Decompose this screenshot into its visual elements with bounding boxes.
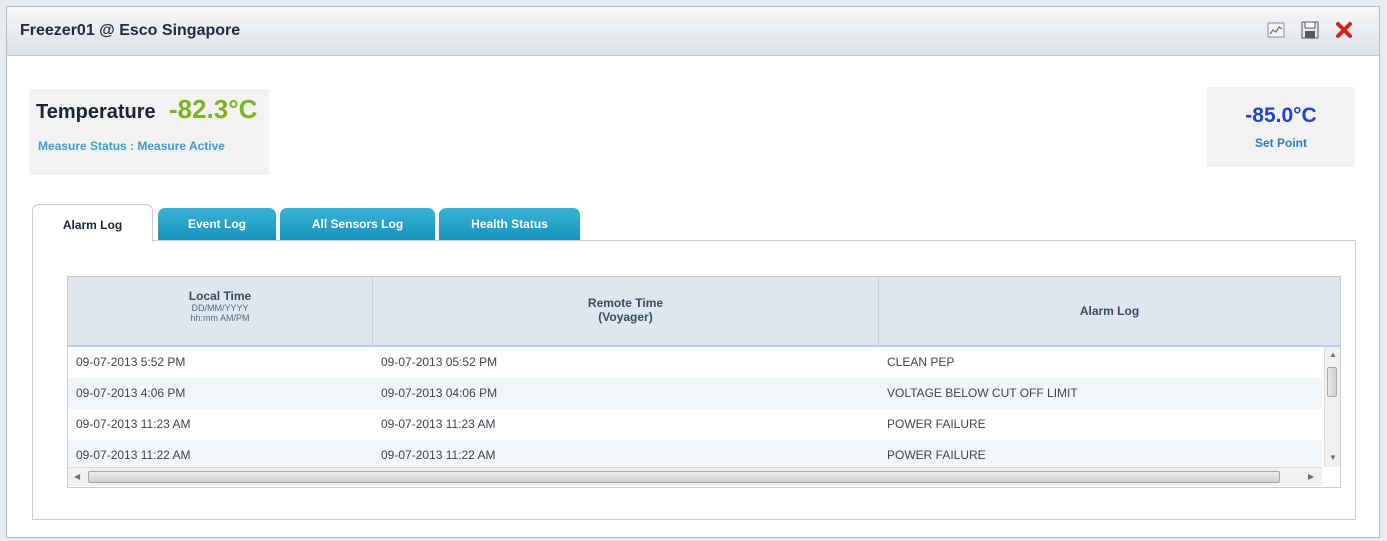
title-bar-actions bbox=[1265, 19, 1355, 41]
save-icon[interactable] bbox=[1299, 19, 1321, 41]
set-point-panel: -85.0°C Set Point bbox=[1207, 87, 1355, 167]
local-time-cell: 09-07-2013 4:06 PM bbox=[76, 386, 186, 400]
scroll-left-icon[interactable]: ◀ bbox=[74, 472, 80, 481]
scroll-right-icon[interactable]: ▶ bbox=[1308, 472, 1314, 481]
table-row[interactable]: 09-07-2013 5:52 PM 09-07-2013 05:52 PM C… bbox=[68, 347, 1322, 378]
column-header-local-time[interactable]: Local Time DD/MM/YYYY hh:mm AM/PM bbox=[68, 277, 373, 345]
title-bar: Freezer01 @ Esco Singapore bbox=[7, 7, 1379, 56]
set-point-label: Set Point bbox=[1254, 136, 1307, 150]
measure-status: Measure Status : Measure Active bbox=[38, 139, 225, 153]
temperature-value: -82.3°C bbox=[169, 94, 258, 124]
table-body: 09-07-2013 5:52 PM 09-07-2013 05:52 PM C… bbox=[68, 347, 1322, 471]
window-title: Freezer01 @ Esco Singapore bbox=[20, 22, 241, 39]
remote-time-cell: 09-07-2013 05:52 PM bbox=[381, 355, 498, 369]
tab-all-sensors-log[interactable]: All Sensors Log bbox=[280, 208, 435, 240]
chart-icon[interactable] bbox=[1265, 19, 1287, 41]
remote-time-cell: 09-07-2013 11:23 AM bbox=[381, 417, 496, 431]
tab-event-log[interactable]: Event Log bbox=[158, 208, 276, 240]
local-time-cell: 09-07-2013 5:52 PM bbox=[76, 355, 186, 369]
scroll-up-icon[interactable]: ▲ bbox=[1329, 350, 1337, 359]
table-row[interactable]: 09-07-2013 4:06 PM 09-07-2013 04:06 PM V… bbox=[68, 378, 1322, 409]
freezer-window: Freezer01 @ Esco Singapore Temperature -… bbox=[6, 6, 1380, 538]
local-time-cell: 09-07-2013 11:23 AM bbox=[76, 417, 191, 431]
alarm-cell: POWER FAILURE bbox=[887, 417, 986, 431]
tab-health-status[interactable]: Health Status bbox=[439, 208, 580, 240]
table-header: Local Time DD/MM/YYYY hh:mm AM/PM Remote… bbox=[68, 277, 1340, 347]
remote-time-cell: 09-07-2013 04:06 PM bbox=[381, 386, 498, 400]
close-icon[interactable] bbox=[1333, 19, 1355, 41]
alarm-cell: CLEAN PEP bbox=[887, 355, 955, 369]
table-row[interactable]: 09-07-2013 11:23 AM 09-07-2013 11:23 AM … bbox=[68, 409, 1322, 440]
vertical-scroll-thumb[interactable] bbox=[1327, 367, 1337, 397]
horizontal-scroll-thumb[interactable] bbox=[88, 471, 1280, 483]
scroll-down-icon[interactable]: ▼ bbox=[1329, 453, 1337, 462]
column-subtitle: hh:mm AM/PM bbox=[190, 313, 250, 323]
column-title: Alarm Log bbox=[1079, 304, 1140, 318]
column-title: Remote Time bbox=[587, 296, 664, 310]
column-subtitle: DD/MM/YYYY bbox=[191, 303, 249, 313]
alarm-log-table: Local Time DD/MM/YYYY hh:mm AM/PM Remote… bbox=[67, 276, 1341, 488]
temperature-label: Temperature bbox=[36, 101, 156, 123]
column-header-remote-time[interactable]: Remote Time (Voyager) bbox=[373, 277, 879, 345]
column-subtitle: (Voyager) bbox=[598, 310, 653, 324]
tab-alarm-log[interactable]: Alarm Log bbox=[32, 204, 153, 242]
column-title: Local Time bbox=[188, 289, 252, 303]
alarm-cell: VOLTAGE BELOW CUT OFF LIMIT bbox=[887, 386, 1078, 400]
horizontal-scrollbar[interactable]: ◀ ▶ bbox=[68, 467, 1322, 486]
temperature-panel: Temperature -82.3°C Measure Status : Mea… bbox=[29, 89, 269, 175]
set-point-value: -85.0°C bbox=[1245, 104, 1317, 127]
column-header-alarm-log[interactable]: Alarm Log bbox=[879, 277, 1340, 345]
vertical-scrollbar[interactable]: ▲ ▼ bbox=[1324, 347, 1340, 467]
